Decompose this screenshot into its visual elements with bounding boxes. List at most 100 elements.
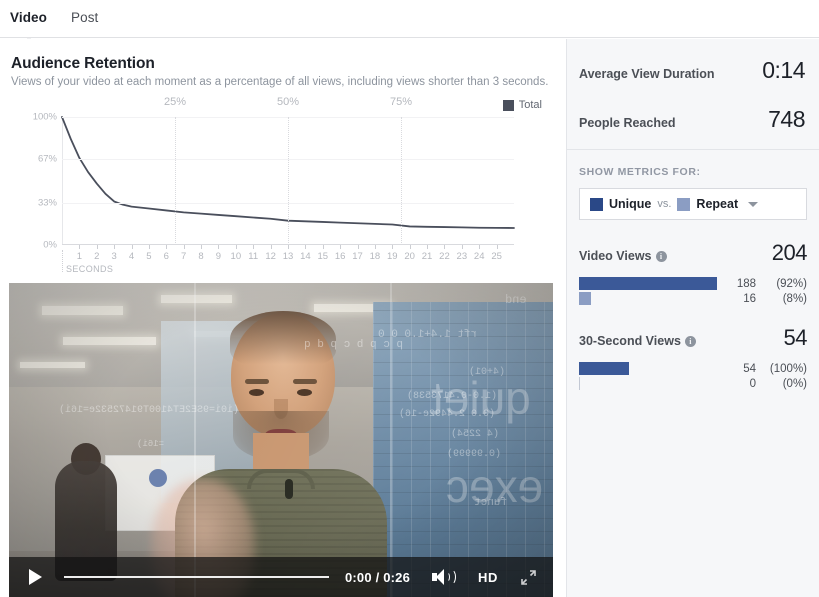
- x-axis-tick-label: 19: [387, 251, 398, 262]
- y-axis-tick-label: 100%: [32, 111, 57, 123]
- bar-track: [579, 292, 729, 305]
- y-axis-tick-label: 67%: [37, 153, 57, 165]
- x-axis-tick: [357, 245, 359, 249]
- x-axis-tick-label: 7: [181, 251, 187, 262]
- x-axis-tick-label: 21: [421, 251, 433, 262]
- x-axis-tick: [270, 245, 272, 249]
- bar-fill-repeat: [579, 377, 580, 390]
- video-time-display: 0:00 / 0:26: [344, 569, 411, 585]
- metric-title-row: 30-Second Views i: [579, 334, 696, 348]
- legend-label-total: Total: [518, 99, 542, 111]
- video-player[interactable]: quiet exec end rft 1.4+1.0 0 0 p c p b c…: [9, 283, 553, 597]
- metric-bars: 54 (100%) 0 (0%): [579, 362, 807, 390]
- x-axis-tick: [461, 245, 463, 249]
- x-axis-tick-label: 3: [111, 251, 117, 262]
- tab-post[interactable]: Post: [71, 10, 98, 25]
- kpi-value: 0:14: [762, 57, 805, 83]
- x-axis-tick: [253, 245, 255, 249]
- bar-count: 188: [736, 277, 756, 290]
- info-icon[interactable]: i: [655, 250, 667, 262]
- bar-row-repeat: 16 (8%): [579, 292, 807, 305]
- bar-count: 0: [749, 377, 756, 390]
- y-axis-tick-label: 33%: [37, 197, 57, 209]
- x-axis-tick: [96, 245, 98, 249]
- y-axis-tick-label: 0%: [43, 239, 57, 251]
- x-axis-tick: [114, 245, 116, 249]
- x-axis-tick: [166, 245, 168, 249]
- volume-icon[interactable]: [432, 568, 457, 586]
- video-progress-bar[interactable]: [64, 570, 329, 584]
- bar-track: [579, 377, 729, 390]
- x-axis-tick-label: 10: [230, 251, 242, 262]
- x-axis-tick-label: 4: [128, 251, 135, 262]
- bar-values: 188 (92%): [730, 278, 807, 290]
- x-axis-tick-label: 12: [265, 251, 276, 262]
- x-axis-tick-label: 17: [352, 251, 363, 262]
- unique-label: Unique: [609, 197, 652, 211]
- x-axis-tick-label: 2: [94, 251, 100, 262]
- x-axis-tick: [148, 245, 150, 249]
- page-title: Audience Retention: [11, 55, 155, 72]
- x-axis-tick-label: 6: [163, 251, 169, 262]
- video-insights-page: Video Post Audience Retention Views of y…: [0, 0, 819, 597]
- progress-marker-label: 75%: [389, 96, 413, 108]
- bar-fill-unique: [579, 362, 629, 375]
- show-metrics-for-heading: SHOW METRICS FOR:: [579, 166, 701, 178]
- retention-section: Audience Retention Views of your video a…: [0, 39, 566, 597]
- x-axis-tick: [288, 245, 289, 249]
- bar-fill-unique: [579, 277, 717, 290]
- x-axis-tick-label: 1: [76, 251, 83, 262]
- bar-values: 16 (8%): [730, 293, 807, 305]
- x-axis-tick: [496, 245, 498, 249]
- chevron-down-icon[interactable]: [748, 201, 759, 207]
- progress-marker-label: 50%: [276, 96, 300, 108]
- repeat-color-swatch: [677, 197, 691, 211]
- x-axis-tick-label: 25: [491, 251, 502, 262]
- x-axis-tick: [444, 245, 446, 249]
- metric-30-second-views: 30-Second Views i 54 54 (100%) 0 (0%): [567, 305, 819, 390]
- metric-title: Video Views: [579, 249, 652, 263]
- x-axis-tick-label: 8: [198, 251, 204, 262]
- fullscreen-icon[interactable]: [520, 569, 537, 586]
- seconds-origin-tick: [62, 250, 63, 272]
- progress-marker-label: 25%: [163, 96, 187, 108]
- progress-track: [64, 576, 329, 578]
- x-axis-tick-label: 18: [369, 251, 381, 262]
- x-axis-tick: [201, 245, 203, 249]
- x-axis-tick: [235, 245, 237, 249]
- metric-bars: 188 (92%) 16 (8%): [579, 277, 807, 305]
- play-button[interactable]: [29, 569, 42, 585]
- x-axis-tick: [322, 245, 324, 249]
- x-axis-tick: [392, 245, 394, 249]
- x-axis-tick: [79, 245, 81, 249]
- metric-title: 30-Second Views: [579, 334, 681, 348]
- x-axis-tick-label: 13: [282, 251, 294, 262]
- bar-values: 54 (100%): [730, 363, 807, 375]
- x-axis-tick: [305, 245, 307, 249]
- metrics-sidebar: Average View Duration 0:14 People Reache…: [566, 39, 819, 597]
- gridline-progress: [175, 117, 176, 245]
- x-axis-tick: [479, 245, 481, 249]
- metric-video-views: Video Views i 204 188 (92%) 16 (8%): [567, 220, 819, 305]
- audience-retention-chart: Total SECONDS 0% 33% 67% 100% 25% 50% 75% 1 2 3 4 5…: [0, 95, 566, 281]
- x-axis-tick: [427, 245, 429, 249]
- x-axis-label: SECONDS: [66, 264, 114, 274]
- x-axis-tick: [340, 245, 342, 249]
- info-icon[interactable]: i: [684, 335, 696, 347]
- kpi-value: 748: [768, 106, 805, 132]
- page-subtitle: Views of your video at each moment as a …: [11, 76, 549, 88]
- x-axis-tick: [409, 245, 411, 249]
- video-frame: quiet exec end rft 1.4+1.0 0 0 p c p b c…: [9, 283, 553, 597]
- x-axis-tick-label: 16: [334, 251, 346, 262]
- bar-count: 16: [743, 292, 756, 305]
- hd-quality-button[interactable]: HD: [478, 570, 498, 585]
- kpi-label: Average View Duration: [579, 67, 715, 81]
- chart-plot-area: SECONDS 0% 33% 67% 100% 25% 50% 75% 1 2 3 4 5 6 7 8 9 10…: [33, 96, 514, 274]
- vs-label: vs.: [657, 198, 672, 210]
- bar-percent: (8%): [782, 292, 807, 305]
- metrics-segment-dropdown[interactable]: Unique vs. Repeat: [579, 188, 807, 220]
- tab-video[interactable]: Video: [10, 10, 47, 25]
- x-axis-tick-label: 20: [404, 251, 415, 262]
- bar-row-repeat: 0 (0%): [579, 377, 807, 390]
- chart-legend: Total: [502, 99, 542, 111]
